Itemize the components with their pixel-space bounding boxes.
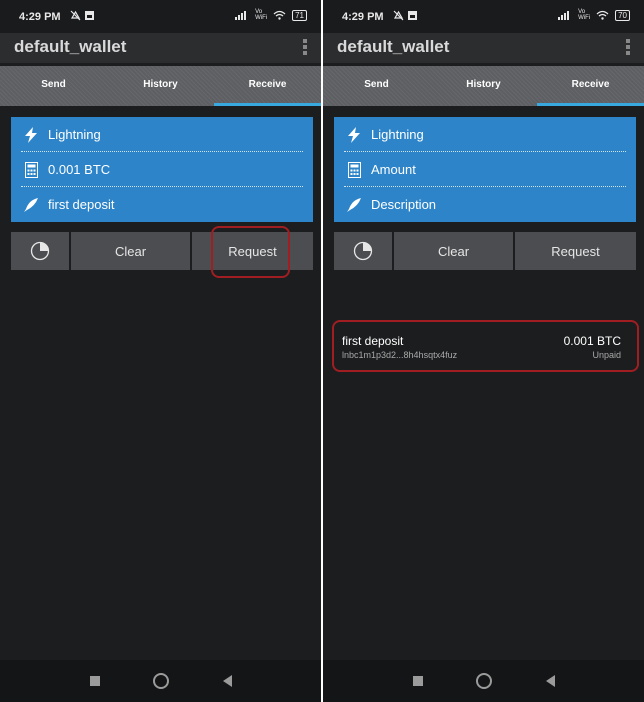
system-nav-bar [323, 660, 644, 702]
system-nav-bar [0, 660, 321, 702]
mute-icon [393, 10, 404, 21]
vowifi-label: Vo WiFi [578, 9, 591, 21]
receive-form: Lightning 0.001 BTC first deposit [11, 117, 313, 222]
pie-clock-icon [353, 241, 373, 261]
description-field: first deposit [48, 197, 115, 212]
pie-clock-icon [30, 241, 50, 261]
receive-form: Lightning Amount Description [334, 117, 636, 222]
tab-receive[interactable]: Receive [214, 66, 321, 106]
signal-icon [235, 11, 247, 20]
quill-icon [22, 196, 40, 214]
status-time: 4:29 PM [342, 11, 384, 23]
phone-screen-left: 4:29 PM Vo WiFi 71 default_wallet Send H… [0, 0, 321, 702]
home-icon[interactable] [153, 673, 169, 689]
vowifi-label: Vo WiFi [255, 9, 268, 21]
app-header: default_wallet [323, 33, 644, 63]
gallery-notification-icon [85, 11, 94, 20]
battery-indicator: 71 [292, 9, 307, 21]
wifi-icon [596, 10, 609, 20]
payment-type-row[interactable]: Lightning [334, 117, 636, 152]
home-icon[interactable] [476, 673, 492, 689]
description-placeholder: Description [371, 197, 437, 212]
gallery-notification-icon [408, 11, 417, 20]
action-buttons: Clear Request [334, 232, 636, 270]
payment-type-label: Lightning [48, 127, 101, 142]
app-header: default_wallet [0, 33, 321, 63]
overflow-menu-icon[interactable] [303, 39, 307, 57]
tab-send[interactable]: Send [0, 66, 107, 106]
wifi-icon [273, 10, 286, 20]
status-bar: 4:29 PM Vo WiFi 71 [0, 0, 321, 33]
signal-icon [558, 11, 570, 20]
wallet-title: default_wallet [337, 37, 450, 56]
payment-type-label: Lightning [371, 127, 424, 142]
calculator-icon [22, 161, 40, 179]
status-time: 4:29 PM [19, 11, 61, 23]
description-row[interactable]: Description [334, 187, 636, 222]
status-bar: 4:29 PM Vo WiFi 70 [323, 0, 644, 33]
lightning-icon [345, 126, 363, 144]
recents-icon[interactable] [413, 676, 423, 686]
phone-screen-right: 4:29 PM Vo WiFi 70 default_wallet Send H… [323, 0, 644, 702]
amount-placeholder: Amount [371, 162, 416, 177]
back-icon[interactable] [223, 675, 232, 687]
amount-row[interactable]: Amount [334, 152, 636, 187]
payment-type-row[interactable]: Lightning [11, 117, 313, 152]
tab-receive[interactable]: Receive [537, 66, 644, 106]
request-item-highlight-annotation [332, 320, 639, 372]
wallet-title: default_wallet [14, 37, 127, 56]
mute-icon [70, 10, 81, 21]
amount-row[interactable]: 0.001 BTC [11, 152, 313, 187]
clear-button[interactable]: Clear [71, 232, 190, 270]
description-row[interactable]: first deposit [11, 187, 313, 222]
tab-send[interactable]: Send [323, 66, 430, 106]
request-button[interactable]: Request [515, 232, 636, 270]
battery-indicator: 70 [615, 9, 630, 21]
amount-field: 0.001 BTC [48, 162, 111, 177]
tab-bar: Send History Receive [323, 66, 644, 106]
quill-icon [345, 196, 363, 214]
tab-history[interactable]: History [107, 66, 214, 106]
recents-icon[interactable] [90, 676, 100, 686]
lightning-icon [22, 126, 40, 144]
tab-bar: Send History Receive [0, 66, 321, 106]
calculator-icon [345, 161, 363, 179]
expiry-button[interactable] [334, 232, 392, 270]
clear-button[interactable]: Clear [394, 232, 513, 270]
request-highlight-annotation [211, 226, 290, 278]
back-icon[interactable] [546, 675, 555, 687]
tab-history[interactable]: History [430, 66, 537, 106]
expiry-button[interactable] [11, 232, 69, 270]
overflow-menu-icon[interactable] [626, 39, 630, 57]
